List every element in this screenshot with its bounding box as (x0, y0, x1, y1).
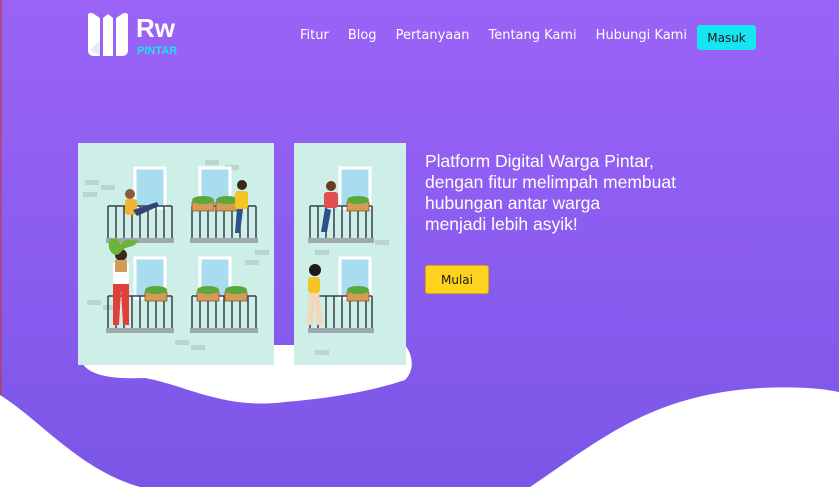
hero-line-3: hubungan antar warga (425, 193, 601, 213)
nav-item-fitur[interactable]: Fitur (300, 28, 329, 43)
hero-line-4: menjadi lebih asyik! (425, 214, 578, 234)
start-button[interactable]: Mulai (425, 265, 489, 294)
logo-main-text: Rw (136, 13, 176, 43)
hero-line-2: dengan fitur melimpah membuat (425, 172, 676, 192)
nav-item-pertanyaan[interactable]: Pertanyaan (396, 28, 470, 43)
login-button[interactable]: Masuk (697, 25, 756, 50)
nav-item-hubungi-kami[interactable]: Hubungi Kami (596, 28, 687, 43)
nav-item-blog[interactable]: Blog (348, 28, 377, 43)
logo-sub-text: PINTAR (137, 45, 177, 57)
main-nav: Fitur Blog Pertanyaan Tentang Kami Hubun… (300, 28, 706, 43)
hero-headline: Platform Digital Warga Pintar, dengan fi… (425, 151, 725, 235)
hero-illustration (78, 143, 412, 404)
nav-item-tentang-kami[interactable]: Tentang Kami (488, 28, 576, 43)
logo-mark-icon (88, 12, 128, 57)
hero-line-1: Platform Digital Warga Pintar, (425, 151, 654, 171)
logo[interactable]: Rw PINTAR (86, 10, 206, 60)
